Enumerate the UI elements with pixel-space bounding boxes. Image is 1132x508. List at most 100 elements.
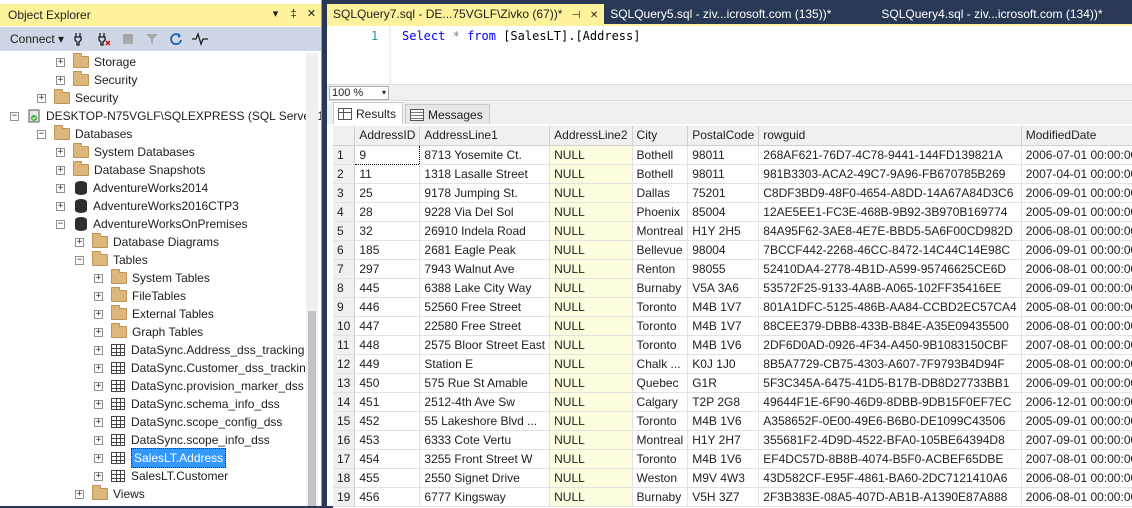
row-number[interactable]: 6 [333, 240, 356, 260]
grid-cell[interactable]: 2DF6D0AD-0926-4F34-A450-9B1083150CBF [758, 335, 1022, 355]
grid-cell[interactable]: 2006-07-01 00:00:00.000 [1021, 145, 1132, 165]
table-row[interactable]: 18 455 2550 Signet Drive NULL Weston M9V 4W3 4… [333, 468, 1132, 488]
tree-node-system-tables[interactable]: + System Tables [94, 269, 210, 287]
grid-cell[interactable]: H1Y 2H5 [687, 221, 760, 241]
tree-node-security[interactable]: + Security [56, 71, 137, 89]
grid-cell[interactable]: 98011 [687, 145, 760, 165]
grid-cell[interactable]: NULL [549, 335, 633, 355]
grid-cell[interactable]: NULL [549, 316, 633, 336]
pin-icon[interactable]: ⊣ [572, 10, 581, 21]
grid-cell[interactable]: 2550 Signet Drive [419, 468, 551, 488]
grid-cell[interactable]: 85004 [687, 202, 760, 222]
tab-results[interactable]: Results [333, 102, 404, 124]
column-header[interactable]: rowguid [758, 126, 1022, 146]
grid-cell[interactable]: V5A 3A6 [687, 278, 760, 298]
grid-cell[interactable]: 448 [354, 335, 421, 355]
grid-cell[interactable]: 2512-4th Ave Sw [419, 392, 551, 412]
tab-sqlquery5[interactable]: SQLQuery5.sql - ziv...icrosoft.com (135)… [604, 4, 837, 24]
tree-node-desktop-n75vglf-sqlexpress-sql-server-14[interactable]: − DESKTOP-N75VGLF\SQLEXPRESS (SQL Server … [10, 107, 321, 125]
table-row[interactable]: 12 449 Station E NULL Chalk ... K0J 1J0 8B5A77… [333, 354, 1132, 374]
grid-cell[interactable]: 451 [354, 392, 421, 412]
expand-icon[interactable]: + [37, 93, 46, 103]
grid-cell[interactable]: 2005-08-01 00:00:00.000 [1021, 354, 1132, 374]
grid-cell[interactable]: Chalk ... [632, 354, 689, 374]
tab-sqlquery4[interactable]: SQLQuery4.sql - ziv...icrosoft.com (134)… [875, 4, 1108, 24]
grid-cell[interactable]: H1Y 2H7 [687, 430, 760, 450]
grid-cell[interactable]: 2007-09-01 00:00:00.000 [1021, 430, 1132, 450]
grid-cell[interactable]: 452 [354, 411, 421, 431]
grid-cell[interactable]: NULL [549, 411, 633, 431]
grid-cell[interactable]: 84A95F62-3AE8-4E7E-BBD5-5A6F00CD982D [758, 221, 1022, 241]
grid-cell[interactable]: 9178 Jumping St. [419, 183, 551, 203]
tree-node-saleslt-address[interactable]: + SalesLT.Address [94, 448, 227, 468]
sql-code-line[interactable]: Select * from [SalesLT].[Address] [402, 29, 640, 43]
grid-cell[interactable]: 7BCCF442-2268-46CC-8472-14C44C14E98C [758, 240, 1022, 260]
grid-cell[interactable]: Toronto [632, 297, 689, 317]
tree-node-views[interactable]: + Views [75, 485, 145, 503]
grid-cell[interactable]: Toronto [632, 335, 689, 355]
tree-node-datasync-address-dss-tracking[interactable]: + DataSync.Address_dss_tracking [94, 341, 304, 359]
grid-cell[interactable]: 355681F2-4D9D-4522-BFA0-105BE64394D8 [758, 430, 1022, 450]
grid-cell[interactable]: NULL [549, 259, 633, 279]
grid-cell[interactable]: Weston [632, 468, 689, 488]
grid-cell[interactable]: K0J 1J0 [687, 354, 760, 374]
grid-cell[interactable]: Bothell [632, 145, 689, 165]
grid-cell[interactable]: 268AF621-76D7-4C78-9441-144FD139821A [758, 145, 1022, 165]
grid-cell[interactable]: 6333 Cote Vertu [419, 430, 551, 450]
grid-cell[interactable]: 801A1DFC-5125-486B-AA84-CCBD2EC57CA4 [758, 297, 1022, 317]
tree-node-databases[interactable]: − Databases [37, 125, 132, 143]
grid-cell[interactable]: A358652F-0E00-49E6-B6B0-DE1099C43506 [758, 411, 1022, 431]
table-row[interactable]: 10 447 22580 Free Street NULL Toronto M4B 1V7… [333, 316, 1132, 336]
row-number[interactable]: 18 [333, 468, 356, 488]
row-number[interactable]: 4 [333, 202, 356, 222]
grid-cell[interactable]: 981B3303-ACA2-49C7-9A96-FB670785B269 [758, 164, 1022, 184]
grid-cell[interactable]: 2006-08-01 00:00:00.000 [1021, 487, 1132, 507]
close-icon[interactable]: ✕ [305, 7, 318, 21]
auto-hide-pin-icon[interactable]: ‡ [287, 7, 300, 21]
expand-icon[interactable]: + [94, 471, 103, 481]
grid-cell[interactable]: 22580 Free Street [419, 316, 551, 336]
grid-cell[interactable]: EF4DC57D-8B8B-4074-B5F0-ACBEF65DBE [758, 449, 1022, 469]
connect-button[interactable]: Connect ▾ [10, 30, 64, 48]
grid-cell[interactable]: Burnaby [632, 278, 689, 298]
expand-icon[interactable]: + [94, 453, 103, 463]
expand-icon[interactable]: + [56, 147, 65, 157]
grid-cell[interactable]: 2006-08-01 00:00:00.000 [1021, 316, 1132, 336]
grid-cell[interactable]: NULL [549, 392, 633, 412]
grid-cell[interactable]: Bellevue [632, 240, 689, 260]
expand-icon[interactable]: + [94, 345, 103, 355]
expand-icon[interactable]: + [56, 57, 65, 67]
grid-cell[interactable]: 32 [354, 221, 421, 241]
table-row[interactable]: 19 456 6777 Kingsway NULL Burnaby V5H 3Z7 2F3B… [333, 487, 1132, 507]
grid-cell[interactable]: NULL [549, 373, 633, 393]
column-header[interactable]: AddressID [354, 126, 421, 146]
grid-cell[interactable]: Burnaby [632, 487, 689, 507]
collapse-icon[interactable]: − [56, 219, 65, 229]
filter-icon[interactable] [144, 31, 160, 47]
grid-cell[interactable]: 445 [354, 278, 421, 298]
grid-cell[interactable]: Montreal [632, 221, 689, 241]
close-icon[interactable]: ✕ [590, 10, 598, 21]
table-row[interactable]: 11 448 2575 Bloor Street East NULL Toronto M4… [333, 335, 1132, 355]
tree-node-datasync-provision-marker-dss[interactable]: + DataSync.provision_marker_dss [94, 377, 304, 395]
collapse-icon[interactable]: − [10, 111, 19, 121]
expand-icon[interactable]: + [56, 183, 65, 193]
grid-cell[interactable]: 8713 Yosemite Ct. [419, 145, 551, 165]
tree-node-datasync-scope-config-dss[interactable]: + DataSync.scope_config_dss [94, 413, 282, 431]
row-number[interactable]: 19 [333, 487, 356, 507]
table-row[interactable]: 4 28 9228 Via Del Sol NULL Phoenix 85004 12AE5… [333, 202, 1132, 222]
expand-icon[interactable]: + [94, 381, 103, 391]
expand-icon[interactable]: + [94, 273, 103, 283]
grid-cell[interactable]: 2006-09-01 00:00:00.000 [1021, 240, 1132, 260]
grid-cell[interactable]: NULL [549, 430, 633, 450]
grid-cell[interactable]: 297 [354, 259, 421, 279]
grid-cell[interactable]: 446 [354, 297, 421, 317]
grid-cell[interactable]: 2006-08-01 00:00:00.000 [1021, 259, 1132, 279]
table-row[interactable]: 15 452 55 Lakeshore Blvd ... NULL Toronto M4B… [333, 411, 1132, 431]
tab-messages[interactable]: Messages [405, 104, 490, 124]
grid-cell[interactable]: 2006-09-01 00:00:00.000 [1021, 373, 1132, 393]
grid-cell[interactable]: 2006-08-01 00:00:00.000 [1021, 468, 1132, 488]
grid-cell[interactable]: Dallas [632, 183, 689, 203]
row-number[interactable]: 8 [333, 278, 356, 298]
grid-cell[interactable]: 575 Rue St Amable [419, 373, 551, 393]
